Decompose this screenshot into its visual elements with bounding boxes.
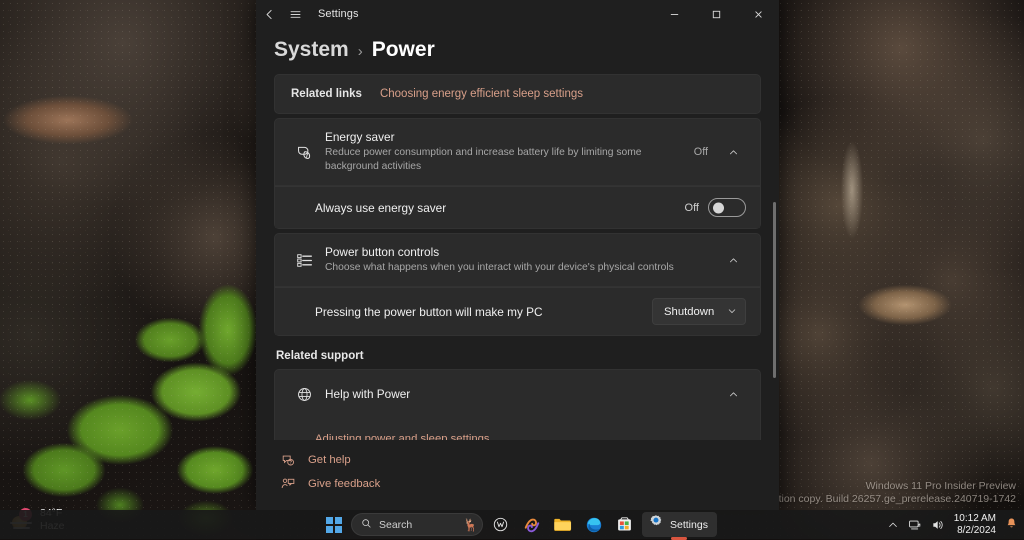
always-use-energy-saver-label: Always use energy saver — [315, 201, 685, 215]
window-controls — [653, 0, 779, 28]
power-button-action-value: Shutdown — [664, 306, 714, 318]
copilot-icon[interactable] — [518, 512, 545, 537]
settings-window: Settings System › Power Related links Ch… — [256, 0, 779, 510]
network-icon[interactable] — [908, 518, 922, 532]
settings-footer: Get help Give feedback — [256, 440, 779, 510]
help-links-list: Adjusting power and sleep settings Lock … — [274, 418, 761, 440]
always-use-energy-saver-row[interactable]: Always use energy saver Off — [275, 186, 760, 228]
taskbar-center-group: Search 🦌 — [320, 510, 717, 539]
taskbar-app-settings[interactable]: Settings — [642, 512, 717, 537]
get-help-link[interactable]: Get help — [280, 448, 761, 472]
start-button[interactable] — [320, 512, 347, 537]
notification-bell-icon[interactable] — [1005, 517, 1018, 533]
help-link-adjusting-power[interactable]: Adjusting power and sleep settings — [275, 428, 760, 440]
settings-gear-icon — [648, 514, 664, 535]
get-help-label: Get help — [308, 454, 351, 466]
minimize-button[interactable] — [653, 0, 695, 28]
list-settings-icon — [289, 252, 319, 269]
chevron-up-icon[interactable] — [720, 381, 746, 407]
microsoft-edge-icon[interactable] — [580, 512, 607, 537]
taskbar-clock[interactable]: 10:12 AM 8/2/2024 — [954, 513, 996, 537]
breadcrumb: System › Power — [274, 38, 761, 62]
window-title: Settings — [318, 8, 359, 20]
taskbar-app-settings-label: Settings — [670, 519, 708, 531]
related-support-heading: Related support — [276, 350, 761, 362]
power-button-action-dropdown[interactable]: Shutdown — [652, 298, 746, 325]
power-button-controls-subtitle: Choose what happens when you interact wi… — [325, 261, 720, 275]
power-button-action-label: Pressing the power button will make my P… — [315, 305, 652, 319]
file-explorer-icon[interactable] — [549, 512, 576, 537]
always-energy-saver-card: Always use energy saver Off — [274, 185, 761, 229]
hamburger-menu-icon[interactable] — [282, 0, 308, 28]
page-header: System › Power — [256, 28, 779, 74]
settings-scrollbar[interactable] — [773, 202, 776, 378]
taskbar: Search 🦌 — [0, 510, 1024, 539]
chevron-up-icon[interactable] — [720, 139, 746, 165]
energy-saver-title: Energy saver — [325, 130, 694, 145]
energy-saver-subtitle: Reduce power consumption and increase ba… — [325, 146, 694, 174]
search-placeholder: Search — [379, 519, 456, 531]
back-arrow-icon[interactable] — [256, 0, 282, 28]
breadcrumb-system[interactable]: System — [274, 38, 349, 62]
related-links-sleep-settings-link[interactable]: Choosing energy efficient sleep settings — [380, 88, 583, 100]
power-button-controls-title: Power button controls — [325, 245, 720, 260]
help-with-power-title: Help with Power — [325, 387, 720, 402]
windows-logo-icon — [326, 517, 342, 533]
close-button[interactable] — [737, 0, 779, 28]
chevron-down-icon — [727, 306, 737, 318]
energy-saver-toggle-state: Off — [685, 202, 699, 214]
widgets-icon[interactable] — [487, 512, 514, 537]
power-button-action-card: Pressing the power button will make my P… — [274, 286, 761, 336]
system-tray: 10:12 AM 8/2/2024 — [887, 510, 1018, 539]
related-links-label: Related links — [291, 88, 362, 100]
settings-scroll-area: Related links Choosing energy efficient … — [256, 74, 779, 440]
clock-date: 8/2/2024 — [954, 525, 996, 537]
microsoft-store-icon[interactable] — [611, 512, 638, 537]
chevron-up-icon[interactable] — [720, 247, 746, 273]
globe-help-icon — [289, 386, 319, 403]
power-button-controls-card[interactable]: Power button controls Choose what happen… — [274, 233, 761, 286]
energy-saver-card[interactable]: Energy saver Reduce power consumption an… — [274, 118, 761, 185]
related-links-card: Related links Choosing energy efficient … — [274, 74, 761, 114]
energy-saver-state: Off — [694, 146, 708, 158]
search-input[interactable]: Search 🦌 — [351, 513, 483, 536]
page-title: Power — [372, 38, 435, 62]
give-feedback-label: Give feedback — [308, 478, 380, 490]
window-titlebar: Settings — [256, 0, 779, 28]
hidden-icons-chevron-icon[interactable] — [887, 519, 899, 531]
give-feedback-link[interactable]: Give feedback — [280, 472, 761, 496]
power-button-action-row: Pressing the power button will make my P… — [275, 287, 760, 335]
deer-doodle-icon: 🦌 — [463, 519, 478, 531]
breadcrumb-separator-icon: › — [358, 43, 363, 60]
volume-icon[interactable] — [931, 518, 945, 532]
help-with-power-card[interactable]: Help with Power — [274, 369, 761, 418]
maximize-button[interactable] — [695, 0, 737, 28]
search-icon — [361, 516, 372, 534]
help-question-icon — [280, 453, 296, 467]
clock-time: 10:12 AM — [954, 513, 996, 525]
always-use-energy-saver-toggle[interactable] — [708, 198, 746, 217]
feedback-icon — [280, 477, 296, 491]
leaf-icon — [289, 144, 319, 161]
